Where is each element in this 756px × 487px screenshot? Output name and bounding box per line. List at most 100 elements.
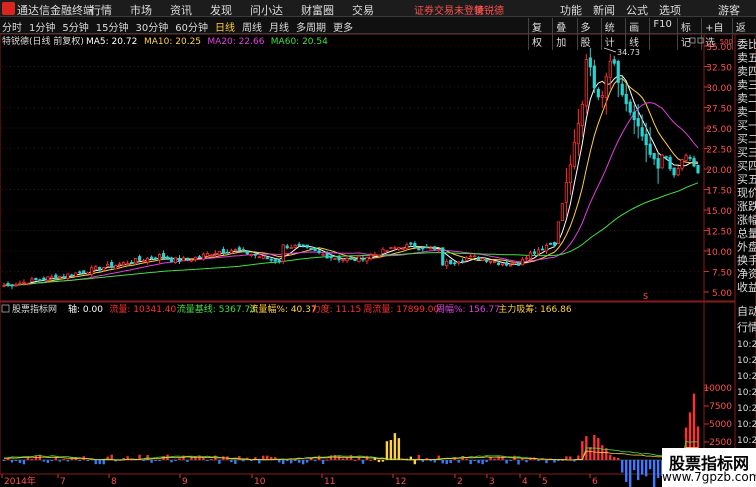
menu-item-wealth-circle[interactable]: 财富圈 <box>301 2 334 18</box>
volume-bar <box>421 460 424 462</box>
indicator-name: 股票指标网 <box>12 303 57 315</box>
menu-item-trade[interactable]: 交易 <box>352 2 374 18</box>
candle-body <box>504 262 509 266</box>
volume-bar <box>22 460 26 465</box>
menu-item-news[interactable]: 资讯 <box>170 2 192 18</box>
candle-body <box>349 257 353 260</box>
menu-item-headlines[interactable]: 新闻 <box>593 2 615 18</box>
volume-bar <box>42 460 46 462</box>
volume-bar <box>652 460 656 487</box>
period-tab-6[interactable]: 日线 <box>215 19 235 34</box>
indicator-value-5: 周流量: 17899.00 <box>363 303 439 315</box>
menu-item-function[interactable]: 功能 <box>560 2 582 18</box>
candle-body <box>317 250 321 253</box>
period-tab-3[interactable]: 15分钟 <box>96 19 129 34</box>
price-tick-label-9: 12.50 <box>706 228 732 238</box>
volume-bar <box>613 456 616 460</box>
candle-body <box>469 255 473 258</box>
volume-bar <box>449 460 452 464</box>
volume-bar <box>393 433 397 460</box>
volume-bar <box>178 458 181 460</box>
candle-body <box>6 283 10 285</box>
x-axis-label-6: 12 <box>395 477 406 487</box>
volume-bar <box>190 457 193 460</box>
candle-body <box>544 244 549 252</box>
price-tick-label-3: 27.50 <box>706 105 732 115</box>
candle-body <box>536 249 541 255</box>
candle-body <box>193 256 198 261</box>
menu-bar: 通达信金融终端 行情 市场 资讯 发现 问小达 财富圈 交易 证券交易未登录 特… <box>0 0 756 17</box>
kline-chart[interactable]: 35.0032.5030.0027.5025.0022.5020.0017.50… <box>0 33 756 487</box>
period-tab-8[interactable]: 月线 <box>269 19 289 34</box>
candle-body <box>293 245 297 248</box>
price-tick-label-10: 10.00 <box>706 248 732 258</box>
candle-body <box>596 88 600 98</box>
period-tab-9[interactable]: 多周期 <box>296 19 326 34</box>
period-tab-5[interactable]: 60分钟 <box>175 19 208 34</box>
guest-user[interactable]: 游客 <box>718 2 740 18</box>
ind-side-label-1: 行情 <box>737 321 756 334</box>
candle-body <box>126 263 130 265</box>
volume-bar <box>485 460 488 463</box>
candle-body <box>70 274 74 277</box>
candle-body <box>628 101 632 113</box>
volume-bar <box>289 460 293 464</box>
indicator-menu-icon[interactable] <box>1 304 10 313</box>
volume-bar <box>158 460 161 461</box>
period-tab-2[interactable]: 5分钟 <box>62 19 88 34</box>
period-tab-10[interactable]: 更多 <box>333 19 353 34</box>
menu-item-discover[interactable]: 发现 <box>210 2 232 18</box>
candle-body <box>644 133 648 146</box>
period-tab-0[interactable]: 分时 <box>2 19 22 34</box>
period-tab-1[interactable]: 1分钟 <box>29 19 55 34</box>
candle-body <box>30 278 34 282</box>
volume-bar <box>58 460 62 462</box>
volume-bar <box>345 457 349 460</box>
panel-close-icon[interactable] <box>697 37 704 44</box>
ind-tick-label-3: 2500 <box>709 438 732 448</box>
candle-body <box>14 284 18 287</box>
price-tick-label-8: 15.00 <box>706 207 732 217</box>
candle-body <box>648 143 652 155</box>
candle-body <box>445 260 449 267</box>
candle-body <box>532 251 537 254</box>
volume-bar <box>505 460 508 464</box>
volume-bar <box>569 456 572 460</box>
menu-item-market[interactable]: 市场 <box>130 2 152 18</box>
candle-body <box>181 257 186 262</box>
price-tick-label-11: 7.50 <box>712 269 732 279</box>
candle-body <box>221 248 225 253</box>
menu-item-quotes[interactable]: 行情 <box>90 2 112 18</box>
candle-body <box>696 165 700 174</box>
indicator-value-0: 轴: 0.00 <box>68 303 103 315</box>
period-tab-4[interactable]: 30分钟 <box>135 19 168 34</box>
candle-body <box>365 256 369 262</box>
volume-bar <box>457 460 460 463</box>
menu-item-formula[interactable]: 公式 <box>626 2 648 18</box>
side-label-2: 卖四 <box>737 65 756 78</box>
volume-bar <box>644 460 648 477</box>
volume-bar <box>433 460 436 463</box>
candle-body <box>237 247 241 251</box>
candle-body <box>233 249 237 252</box>
candle-body <box>245 250 249 255</box>
candle-body <box>612 59 616 64</box>
candle-body <box>401 248 405 250</box>
x-axis-label-1: 7 <box>60 477 66 487</box>
volume-bar <box>301 460 305 465</box>
price-tick-label-5: 22.50 <box>706 146 732 156</box>
candle-body <box>485 259 489 262</box>
volume-bar <box>50 460 54 461</box>
side-label-13: 涨幅 <box>737 214 756 227</box>
x-axis-label-5: 11 <box>324 477 335 487</box>
ma-legend-0: MA5: 20.72 <box>86 37 137 47</box>
period-tab-7[interactable]: 周线 <box>242 19 262 34</box>
volume-bar <box>305 460 309 463</box>
menu-item-options[interactable]: 选项 <box>659 2 681 18</box>
candle-body <box>253 253 257 256</box>
candle-body <box>58 275 62 279</box>
candle-body <box>520 258 525 266</box>
watermark: 股票指标网 www.7gpzb.com <box>662 448 756 487</box>
panel-restore-icon[interactable] <box>689 37 696 44</box>
menu-item-ask[interactable]: 问小达 <box>250 2 283 18</box>
